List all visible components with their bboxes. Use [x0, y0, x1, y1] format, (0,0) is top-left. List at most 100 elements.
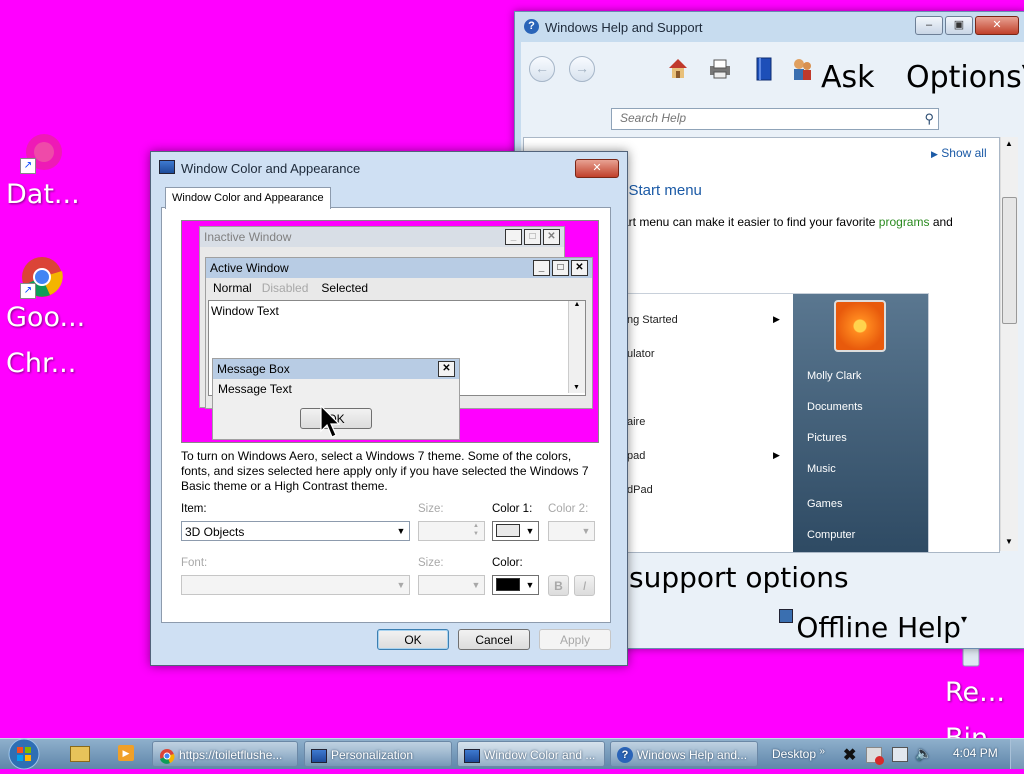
volume-icon[interactable]: 🔈 [915, 745, 932, 762]
help-search-box[interactable]: ⚲ [611, 108, 939, 130]
dialog-panel: Inactive Window _ □ ✕ Active Window _ □ ✕ No… [161, 207, 611, 623]
tab-window-color-appearance[interactable]: Window Color and Appearance [165, 187, 331, 209]
vertical-scrollbar[interactable]: ▲ ▼ [1000, 137, 1018, 551]
color2-picker[interactable]: ▼ [548, 521, 595, 541]
show-all-link[interactable]: ▶ Show all [931, 146, 987, 160]
media-player-icon[interactable]: ▶ [118, 745, 134, 761]
message-box-title: Message Box [217, 362, 290, 376]
desktop-toolbar-label: Desktop [772, 747, 817, 761]
taskbar: ▶ https://toiletflushe... Personalizatio… [0, 737, 1024, 771]
dialog-title: Window Color and Appearance [181, 161, 361, 176]
options-button[interactable]: Options▾ [906, 60, 1024, 95]
message-text: Message Text [218, 382, 292, 396]
start-item: Molly Clark [807, 370, 862, 382]
window-text: Window Text [211, 304, 279, 318]
appearance-icon [159, 160, 175, 174]
desktop-icon-dat[interactable]: ↗ Dat... [6, 130, 80, 218]
color1-swatch [496, 524, 520, 537]
apply-button[interactable]: Apply [539, 629, 611, 650]
start-item: aire [627, 416, 646, 428]
scroll-up-arrow[interactable]: ▲ [1005, 139, 1013, 148]
explorer-icon[interactable] [70, 746, 90, 762]
desktop-icon-google-chrome[interactable]: ↗ Goo... Chr... [6, 255, 85, 387]
start-item: Games [807, 498, 843, 510]
back-button[interactable]: ← [529, 56, 555, 82]
chevron-down-icon: ▼ [396, 580, 406, 590]
chevron-down-icon: ▼ [525, 526, 535, 536]
font-select[interactable]: ▼ [181, 575, 410, 595]
chevron-down-icon: ▾ [960, 612, 967, 626]
taskbar-button-personalization[interactable]: Personalization [304, 741, 452, 767]
italic-button[interactable]: I [574, 575, 595, 596]
inactive-title-bar: Inactive Window _ □ ✕ [200, 227, 564, 247]
font-label: Font: [181, 557, 208, 569]
scroll-down-arrow[interactable]: ▼ [1005, 537, 1013, 546]
programs-link[interactable]: programs [879, 215, 930, 229]
computer-icon [779, 609, 793, 623]
start-item: pad [627, 450, 646, 462]
help-titlebar[interactable]: ? Windows Help and Support – ▣ ✕ [515, 12, 1024, 42]
chrome-icon [159, 747, 175, 764]
font-color-picker[interactable]: ▼ [492, 575, 539, 595]
taskbar-button-chrome[interactable]: https://toiletflushe... [152, 741, 298, 767]
maximize-icon: □ [552, 260, 569, 276]
forward-button[interactable]: → [569, 56, 595, 82]
close-button[interactable]: ✕ [575, 159, 619, 178]
message-box-title-bar: Message Box ✕ [213, 359, 459, 379]
cancel-button[interactable]: Cancel [458, 629, 530, 650]
spinner-arrows-icon: ▲ ▼ [473, 523, 479, 537]
home-icon[interactable] [665, 56, 691, 82]
menu-selected: Selected [321, 281, 369, 295]
paragraph-text: art menu can make it easier to find your… [622, 215, 879, 229]
bold-button[interactable]: B [548, 575, 569, 596]
menu-normal: Normal [213, 281, 252, 295]
color1-label: Color 1: [492, 503, 533, 515]
close-icon: ✕ [571, 260, 588, 276]
minimize-button[interactable]: – [915, 16, 943, 35]
show-desktop-button[interactable] [1010, 739, 1024, 769]
scroll-thumb[interactable] [1002, 197, 1017, 324]
item-select[interactable]: 3D Objects ▼ [181, 521, 410, 541]
window-title: Windows Help and Support [545, 20, 703, 35]
print-icon[interactable] [707, 56, 733, 82]
section-heading: e Start menu [616, 182, 702, 199]
maximize-button[interactable]: ▣ [945, 16, 973, 35]
active-title-bar: Active Window _ □ ✕ [206, 258, 592, 278]
start-item: Computer [807, 529, 856, 541]
search-icon[interactable]: ⚲ [924, 111, 934, 127]
taskbar-button-label: Window Color and ... [484, 748, 596, 762]
arrow-right-icon: ▶ [773, 314, 780, 324]
start-menu-illustration: ng Started ▶ ulator aire pad ▶ dPad Moll… [624, 293, 929, 552]
support-options-link[interactable]: support options [629, 561, 849, 594]
dialog-titlebar[interactable]: Window Color and Appearance ✕ [151, 152, 627, 182]
tray-x-icon[interactable]: ✖ [843, 745, 856, 765]
minimize-icon: _ [505, 229, 522, 245]
arrow-right-icon: ▶ [773, 450, 780, 460]
network-icon[interactable] [892, 747, 908, 762]
color1-picker[interactable]: ▼ [492, 521, 539, 541]
taskbar-button-help[interactable]: ? Windows Help and... [610, 741, 758, 767]
active-window-title: Active Window [210, 261, 289, 275]
menu-disabled: Disabled [261, 281, 309, 295]
start-button[interactable] [4, 737, 44, 771]
taskbar-button-window-color[interactable]: Window Color and ... [457, 741, 605, 767]
inactive-window-title: Inactive Window [204, 230, 292, 244]
action-center-flag-icon[interactable] [866, 747, 884, 765]
ask-button[interactable]: Ask [821, 60, 875, 95]
font-size-select[interactable]: ▼ [418, 575, 485, 595]
start-item: Documents [807, 401, 863, 413]
desktop-toolbar[interactable]: Desktop » [772, 746, 825, 761]
size-spinner[interactable]: ▲ ▼ [418, 521, 485, 541]
mouse-cursor-icon [320, 404, 341, 442]
search-input[interactable] [612, 109, 918, 127]
close-button[interactable]: ✕ [975, 16, 1019, 35]
offline-help-button[interactable]: Offline Help▾ [779, 609, 967, 644]
clock[interactable]: 4:04 PM [953, 746, 998, 760]
ask-icon[interactable] [789, 56, 815, 82]
taskbar-button-label: Personalization [331, 748, 414, 762]
ok-button[interactable]: OK [377, 629, 449, 650]
start-item: Music [807, 463, 836, 475]
start-item: ulator [627, 348, 655, 360]
size-label: Size: [418, 503, 444, 515]
browse-help-icon[interactable] [751, 56, 777, 82]
